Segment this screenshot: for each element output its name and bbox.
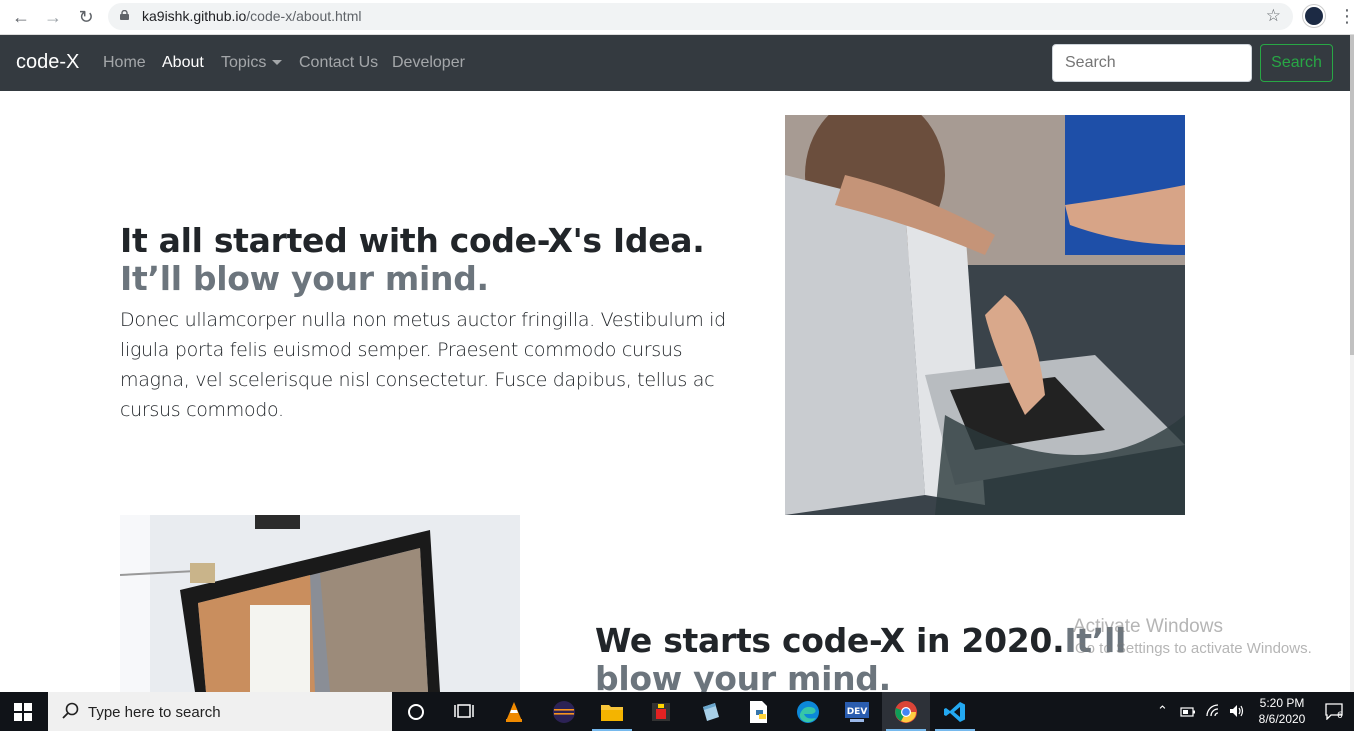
eclipse-icon[interactable] [540, 692, 588, 731]
brand-logo[interactable]: code-X [16, 51, 79, 74]
laptop-photo [785, 115, 1185, 515]
feature-heading-1-muted: It’ll blow your mind. [120, 259, 489, 298]
clock-date: 8/6/2020 [1258, 712, 1306, 726]
file-explorer-icon[interactable] [588, 692, 636, 731]
browser-toolbar: ← → ↻ ka9ishk.github.io/code-x/about.htm… [0, 0, 1354, 35]
media-app-icon[interactable] [637, 692, 685, 731]
reload-icon[interactable]: ↻ [75, 6, 97, 28]
nav-dropdown-topics-label: Topics [221, 54, 267, 71]
action-center-icon[interactable]: 6 [1325, 702, 1343, 720]
url-text: ka9ishk.github.io/code-x/about.html [142, 8, 361, 24]
menu-kebab-icon[interactable]: ⋮ [1338, 6, 1354, 27]
nav-link-developer[interactable]: Developer [392, 54, 465, 72]
windows-start-icon[interactable] [14, 703, 32, 721]
dev-cpp-icon[interactable]: DEV [833, 692, 881, 731]
show-hidden-icons-chevron-icon[interactable]: ⌃ [1157, 703, 1168, 719]
site-navbar: code-X Home About Topics Contact Us Deve… [0, 35, 1350, 91]
taskbar-clock[interactable]: 5:20 PM 8/6/2020 [1256, 695, 1308, 727]
volume-icon[interactable] [1229, 704, 1245, 718]
clock-time: 5:20 PM [1259, 696, 1305, 710]
bookmark-star-icon[interactable]: ☆ [1266, 6, 1281, 26]
chrome-icon[interactable] [882, 692, 930, 731]
nav-link-contact[interactable]: Contact Us [299, 54, 378, 72]
battery-icon[interactable] [1180, 705, 1196, 718]
edge-browser-icon[interactable] [784, 692, 832, 731]
feature-lead-1: Donec ullamcorper nulla non metus auctor… [120, 309, 726, 421]
scrollbar-thumb[interactable] [1350, 35, 1354, 355]
svg-text:DEV: DEV [847, 707, 868, 717]
url-path: /code-x/about.html [246, 8, 362, 24]
wifi-icon[interactable] [1206, 704, 1222, 718]
laptop-photo-illustration [785, 115, 1185, 515]
activate-windows-subtitle: Go to Settings to activate Windows. [1075, 640, 1312, 657]
vlc-icon[interactable] [490, 692, 538, 731]
vscode-icon[interactable] [931, 692, 979, 731]
page-scrollbar[interactable] [1350, 35, 1354, 692]
profile-avatar[interactable] [1303, 5, 1325, 27]
search-icon [62, 702, 79, 719]
nav-link-home[interactable]: Home [103, 54, 146, 72]
task-view-icon[interactable] [440, 692, 488, 731]
notepad-icon[interactable] [686, 692, 734, 731]
feature-heading-1: It all started with code-X's Idea. It’ll… [120, 222, 740, 298]
activate-windows-title: Activate Windows [1073, 616, 1223, 637]
taskbar-search-placeholder: Type here to search [88, 704, 221, 721]
caret-down-icon [272, 60, 283, 66]
nav-link-about[interactable]: About [162, 54, 204, 72]
cortana-icon[interactable] [392, 692, 440, 731]
address-bar[interactable]: ka9ishk.github.io/code-x/about.html ☆ [108, 3, 1293, 30]
search-input[interactable] [1052, 44, 1252, 82]
windows-taskbar: Type here to search DEV ⌃ 5:20 PM 8/6/202… [0, 692, 1354, 731]
lock-icon [120, 10, 129, 20]
feature-heading-1-main: It all started with code-X's Idea. [120, 221, 705, 260]
forward-arrow-icon[interactable]: → [42, 6, 64, 28]
url-host: ka9ishk.github.io [142, 8, 247, 24]
search-button[interactable]: Search [1260, 44, 1333, 82]
taskbar-search-box[interactable]: Type here to search [48, 692, 392, 731]
back-arrow-icon[interactable]: ← [10, 6, 32, 28]
desktop-computer-photo [120, 515, 520, 692]
python-file-icon[interactable] [735, 692, 783, 731]
nav-dropdown-topics[interactable]: Topics [221, 54, 283, 72]
desktop-photo-illustration [120, 515, 520, 692]
feature-heading-2-main: We starts code-X in 2020. [595, 621, 1065, 660]
notification-count: 6 [1337, 711, 1343, 720]
